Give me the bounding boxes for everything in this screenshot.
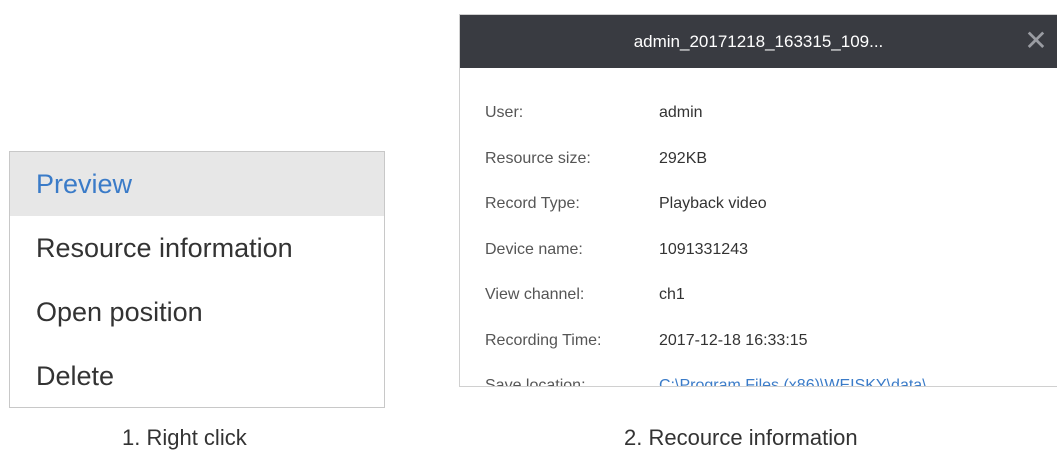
caption-right-click: 1. Right click xyxy=(122,425,247,450)
info-table: User: admin Resource size: 292KB Record … xyxy=(460,68,1057,387)
menu-item-preview[interactable]: Preview xyxy=(10,152,384,216)
info-label: Save location: xyxy=(485,377,586,387)
info-label: User: xyxy=(485,104,524,121)
caption-resource-information: 2. Recource information xyxy=(624,425,858,450)
menu-item-open-position[interactable]: Open position xyxy=(10,280,384,344)
dialog-title: admin_20171218_163315_109... xyxy=(633,32,884,51)
dialog-titlebar: admin_20171218_163315_109... ✕ xyxy=(460,15,1057,68)
info-row-resource-size: Resource size: 292KB xyxy=(460,136,1057,182)
info-value: 2017-12-18 16:33:15 xyxy=(659,331,808,349)
resource-info-dialog: admin_20171218_163315_109... ✕ User: adm… xyxy=(459,14,1057,387)
info-row-user: User: admin xyxy=(460,90,1057,136)
info-row-recording-time: Recording Time: 2017-12-18 16:33:15 xyxy=(460,318,1057,364)
info-value: ch1 xyxy=(659,286,685,303)
info-label: Device name: xyxy=(485,240,583,258)
info-value: 1091331243 xyxy=(659,240,748,258)
info-label: Resource size: xyxy=(485,149,591,167)
info-label: View channel: xyxy=(485,286,585,303)
info-value: 292KB xyxy=(659,149,708,167)
info-row-device-name: Device name: 1091331243 xyxy=(460,227,1057,273)
info-value: admin xyxy=(659,104,703,121)
info-row-view-channel: View channel: ch1 xyxy=(460,272,1057,318)
save-location-link[interactable]: C:\Program Files (x86)\WEISKY\data\... xyxy=(659,363,940,386)
info-row-record-type: Record Type: Playback video xyxy=(460,181,1057,227)
context-menu: Preview Resource information Open positi… xyxy=(9,151,385,408)
menu-item-resource-information[interactable]: Resource information xyxy=(10,216,384,280)
info-row-save-location: Save location: C:\Program Files (x86)\WE… xyxy=(460,363,1057,387)
info-label: Recording Time: xyxy=(485,331,602,349)
info-label: Record Type: xyxy=(485,195,580,212)
menu-item-delete[interactable]: Delete xyxy=(10,344,384,408)
close-icon[interactable]: ✕ xyxy=(1023,15,1049,68)
info-value: Playback video xyxy=(659,195,767,212)
